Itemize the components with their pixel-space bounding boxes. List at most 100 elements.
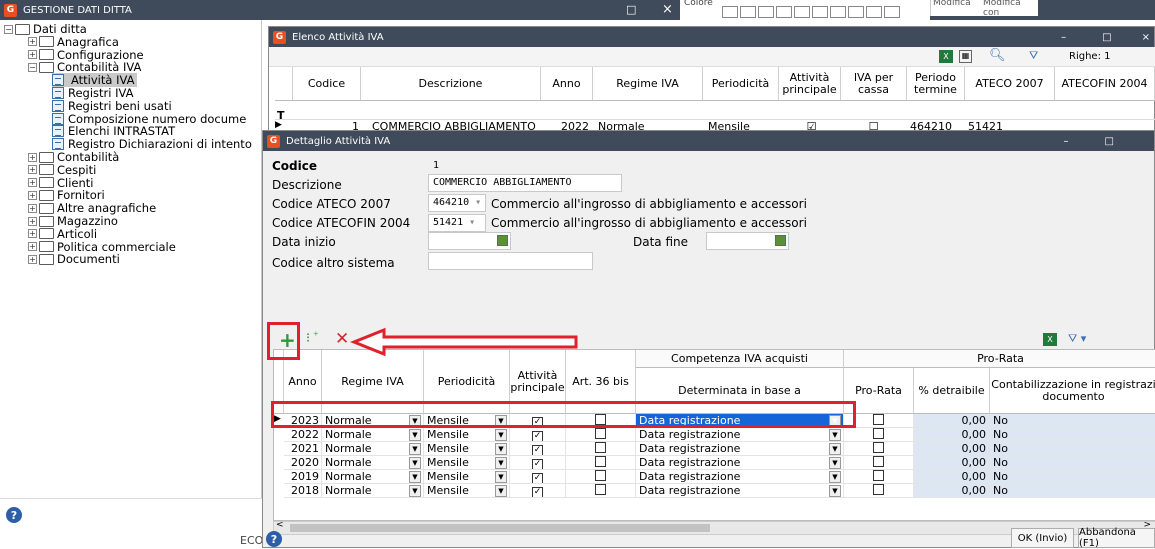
ateco-field[interactable]: 464210 ▾ (428, 194, 486, 212)
cell-detraibile[interactable]: 0,00 (914, 484, 990, 498)
expander-icon[interactable]: − (28, 62, 37, 72)
cell-anno[interactable]: 2021 (284, 442, 322, 456)
delete-row-icon[interactable]: ✕ (335, 329, 349, 349)
maximize-icon[interactable]: □ (1105, 136, 1114, 147)
checkbox[interactable] (873, 484, 884, 495)
excel-icon[interactable]: X (939, 50, 953, 63)
close-icon[interactable]: × (662, 2, 673, 17)
minimize-icon[interactable]: – (1061, 32, 1066, 43)
cell-periodicita[interactable]: Mensile ▼ (424, 442, 510, 456)
chevron-down-icon[interactable]: ▼ (409, 429, 421, 441)
chevron-down-icon[interactable]: ▼ (495, 485, 507, 497)
checkbox[interactable] (595, 484, 606, 495)
cell-periodicita[interactable]: Mensile ▼ (424, 470, 510, 484)
excel-icon[interactable]: X (1043, 333, 1057, 346)
minimize-icon[interactable]: □ (626, 3, 636, 16)
chevron-down-icon[interactable]: ▼ (829, 485, 841, 497)
chevron-down-icon[interactable]: ▼ (495, 457, 507, 469)
checkbox[interactable]: ✓ (532, 487, 543, 497)
expander-icon[interactable]: + (28, 37, 37, 47)
cell-attivita[interactable]: ✓ (510, 442, 566, 456)
cell-contab[interactable]: No (990, 442, 1155, 456)
checkbox[interactable] (595, 470, 606, 481)
checkbox[interactable]: ✓ (532, 445, 543, 455)
expander-icon[interactable]: + (28, 242, 37, 252)
checkbox[interactable]: ✓ (532, 431, 543, 441)
cell-art36[interactable] (566, 442, 636, 456)
chevron-down-icon[interactable]: ▼ (409, 471, 421, 483)
chevron-down-icon[interactable]: ▼ (829, 471, 841, 483)
table-row[interactable]: 2021 Normale ▼ Mensile ▼ ✓ Data registrazione ▼… (274, 442, 1155, 456)
cell-contab[interactable]: No (990, 414, 1155, 428)
cell-art36[interactable] (566, 470, 636, 484)
add-columns-icon[interactable]: ⁝ (306, 331, 310, 346)
expander-icon[interactable]: + (28, 229, 37, 239)
cell-detraibile[interactable]: 0,00 (914, 456, 990, 470)
column-header[interactable]: Contabilizzazione in registrazi document… (990, 368, 1155, 414)
expander-icon[interactable]: + (28, 216, 37, 226)
filter-icon[interactable]: ⛛ (1029, 49, 1038, 63)
scrollbar-thumb[interactable] (290, 524, 710, 532)
cell-attivita[interactable]: ✓ (510, 428, 566, 442)
checkbox[interactable] (873, 470, 884, 481)
chevron-down-icon[interactable]: ▼ (829, 443, 841, 455)
column-header[interactable]: IVA per cassa (841, 67, 907, 101)
cell-determinata[interactable]: Data registrazione ▼ (636, 484, 844, 498)
column-header[interactable]: ATECOFIN 2004 (1055, 67, 1155, 101)
cell-regime[interactable]: Normale ▼ (322, 484, 424, 498)
cell-contab[interactable]: No (990, 456, 1155, 470)
column-header[interactable]: Anno (541, 67, 593, 101)
cell-determinata[interactable]: Data registrazione ▼ (636, 428, 844, 442)
help-icon[interactable]: ? (266, 531, 282, 547)
tree-item[interactable]: + Documenti (28, 252, 120, 266)
cell-regime[interactable]: Normale ▼ (322, 442, 424, 456)
chevron-down-icon[interactable]: ▼ (409, 457, 421, 469)
cell-prorata[interactable] (844, 456, 914, 470)
chevron-down-icon[interactable]: ▼ (829, 457, 841, 469)
checkbox[interactable] (873, 428, 884, 439)
cell-anno[interactable]: 2020 (284, 456, 322, 470)
atecofin-field[interactable]: 51421 ▾ (428, 214, 486, 232)
cell-determinata[interactable]: Data registrazione ▼ (636, 442, 844, 456)
expander-icon[interactable]: + (28, 190, 37, 200)
chevron-down-icon[interactable]: ▼ (409, 443, 421, 455)
cell-attivita[interactable]: ✓ (510, 484, 566, 498)
descrizione-field[interactable]: COMMERCIO ABBIGLIAMENTO (428, 174, 622, 192)
expander-icon[interactable]: + (28, 165, 37, 175)
abbandona-button[interactable]: Abbandona (F1) (1078, 527, 1155, 549)
cell-anno[interactable]: 2018 (284, 484, 322, 498)
codice-altro-field[interactable] (428, 252, 593, 270)
checkbox[interactable] (873, 442, 884, 453)
expander-icon[interactable]: + (28, 254, 37, 264)
cell-art36[interactable] (566, 456, 636, 470)
cell-regime[interactable]: Normale ▼ (322, 456, 424, 470)
cell-determinata[interactable]: Data registrazione ▼ (636, 456, 844, 470)
maximize-icon[interactable]: □ (1102, 32, 1111, 43)
codice-field[interactable]: 1 (428, 157, 458, 175)
color-swatches[interactable] (722, 6, 900, 18)
minimize-icon[interactable]: – (1064, 136, 1069, 147)
cell-contab[interactable]: No (990, 470, 1155, 484)
filter-clear-icon[interactable]: 🔍︎ (989, 48, 1006, 63)
chevron-down-icon[interactable]: ▼ (495, 471, 507, 483)
column-header[interactable]: Attività principale (779, 67, 841, 101)
chevron-down-icon[interactable]: ▼ (495, 429, 507, 441)
cell-detraibile[interactable]: 0,00 (914, 442, 990, 456)
columns-icon[interactable]: ▦ (959, 50, 972, 63)
cell-art36[interactable] (566, 428, 636, 442)
help-icon[interactable]: ? (6, 507, 22, 523)
cell-periodicita[interactable]: Mensile ▼ (424, 484, 510, 498)
cell-detraibile[interactable]: 0,00 (914, 470, 990, 484)
cell-prorata[interactable] (844, 428, 914, 442)
column-header[interactable]: ATECO 2007 (965, 67, 1055, 101)
column-header[interactable]: Regime IVA (593, 67, 703, 101)
expander-icon[interactable]: − (4, 24, 13, 34)
cell-periodicita[interactable]: Mensile ▼ (424, 428, 510, 442)
table-row[interactable]: 2019 Normale ▼ Mensile ▼ ✓ Data registrazione ▼… (274, 470, 1155, 484)
cell-attivita[interactable]: ✓ (510, 456, 566, 470)
chevron-down-icon[interactable]: ▼ (409, 485, 421, 497)
cell-anno[interactable]: 2019 (284, 470, 322, 484)
table-row[interactable]: 2022 Normale ▼ Mensile ▼ ✓ Data registrazione ▼… (274, 428, 1155, 442)
table-row[interactable]: 2018 Normale ▼ Mensile ▼ ✓ Data registrazione ▼… (274, 484, 1155, 498)
expander-icon[interactable]: + (28, 178, 37, 188)
